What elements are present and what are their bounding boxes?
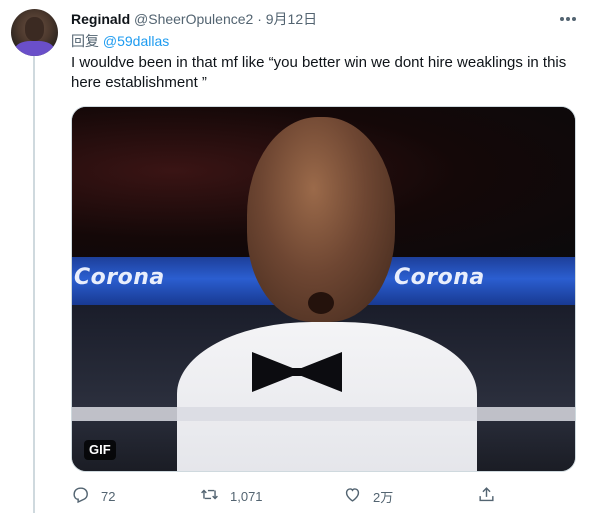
retweet-count: 1,071 bbox=[230, 488, 263, 504]
banner-text-left: Corona bbox=[74, 265, 165, 290]
retweet-icon bbox=[200, 485, 219, 507]
reply-count: 72 bbox=[101, 488, 116, 504]
author-handle[interactable]: @SheerOpulence2 bbox=[134, 11, 253, 27]
replying-to: 回复 @59dallas bbox=[71, 31, 169, 51]
reply-prefix: 回复 bbox=[71, 33, 99, 49]
heart-icon bbox=[343, 485, 362, 507]
share-icon bbox=[477, 485, 496, 507]
reply-mention-link[interactable]: @59dallas bbox=[103, 33, 169, 49]
thread-line bbox=[33, 56, 35, 513]
tweet-header: Reginald @SheerOpulence2 · 9月12日 bbox=[71, 9, 317, 29]
like-count: 2万 bbox=[373, 489, 394, 505]
header-separator: · bbox=[257, 11, 262, 27]
gif-badge: GIF bbox=[84, 440, 116, 460]
share-button[interactable] bbox=[477, 484, 496, 508]
media-person-shirt bbox=[177, 322, 477, 471]
tweet[interactable]: Reginald @SheerOpulence2 · 9月12日 回复 @59d… bbox=[0, 0, 591, 513]
banner-text-right: Corona bbox=[394, 265, 485, 290]
like-button[interactable]: 2万 bbox=[343, 484, 393, 508]
reply-button[interactable]: 72 bbox=[71, 484, 115, 508]
reply-icon bbox=[71, 485, 90, 507]
more-options-icon[interactable] bbox=[557, 9, 579, 29]
author-name[interactable]: Reginald bbox=[71, 11, 130, 27]
tweet-actions: 72 1,071 2万 bbox=[71, 484, 576, 508]
tweet-date[interactable]: 9月12日 bbox=[266, 11, 317, 27]
media-person-mouth bbox=[308, 292, 334, 314]
tweet-text: I wouldve been in that mf like “you bett… bbox=[71, 54, 567, 91]
retweet-button[interactable]: 1,071 bbox=[200, 484, 263, 508]
avatar[interactable] bbox=[11, 9, 58, 56]
tweet-media-gif[interactable]: Corona Corona GIF bbox=[71, 106, 576, 472]
avatar-face bbox=[25, 17, 44, 41]
avatar-shirt bbox=[15, 41, 54, 56]
media-ring-rope bbox=[72, 407, 575, 421]
